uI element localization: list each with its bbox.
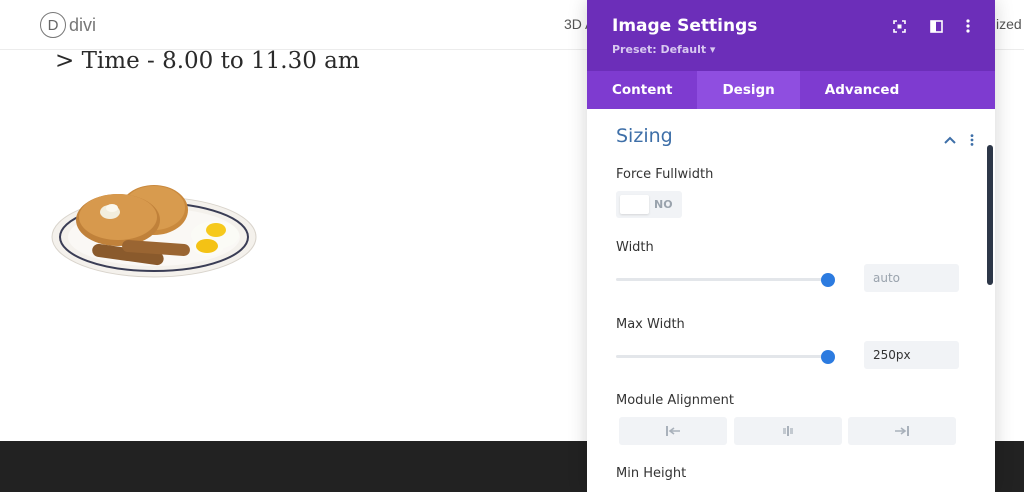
align-right-icon xyxy=(895,426,909,436)
align-left-icon xyxy=(666,426,680,436)
module-alignment-label: Module Alignment xyxy=(616,393,735,408)
nav-link-partial-right[interactable]: ized xyxy=(996,16,1024,32)
image-settings-modal: Image Settings Preset: Default ▾ Content… xyxy=(587,0,995,492)
settings-tabs: Content Design Advanced xyxy=(587,71,995,109)
chevron-up-icon[interactable] xyxy=(944,129,956,148)
tab-advanced[interactable]: Advanced xyxy=(800,71,924,109)
toggle-knob xyxy=(620,195,649,214)
split-view-icon[interactable] xyxy=(928,18,944,34)
align-center-button[interactable] xyxy=(734,417,842,445)
max-width-input[interactable]: 250px xyxy=(864,341,959,369)
max-width-slider-thumb[interactable] xyxy=(821,350,835,364)
divi-logo[interactable]: D divi xyxy=(40,12,96,38)
width-label: Width xyxy=(616,240,654,255)
modal-scrollbar[interactable] xyxy=(987,145,993,285)
force-fullwidth-toggle[interactable]: NO xyxy=(616,191,682,218)
width-slider-thumb[interactable] xyxy=(821,273,835,287)
width-input[interactable]: auto xyxy=(864,264,959,292)
toggle-state-text: NO xyxy=(654,198,673,211)
preset-dropdown[interactable]: Preset: Default ▾ xyxy=(612,43,715,56)
modal-body: Sizing Force Fullwidth NO Width auto Max… xyxy=(587,109,995,492)
tab-content[interactable]: Content xyxy=(587,71,697,109)
logo-mark: D xyxy=(40,12,66,38)
min-height-label: Min Height xyxy=(616,466,687,481)
modal-title: Image Settings xyxy=(612,16,758,36)
section-title-sizing[interactable]: Sizing xyxy=(616,125,673,147)
align-right-button[interactable] xyxy=(848,417,956,445)
more-vertical-icon[interactable] xyxy=(960,18,976,34)
breakfast-plate-image[interactable] xyxy=(50,180,258,280)
logo-text: divi xyxy=(69,14,97,35)
fullscreen-icon[interactable] xyxy=(891,18,907,34)
max-width-label: Max Width xyxy=(616,317,685,332)
breakfast-time-text: > Time - 8.00 to 11.30 am xyxy=(55,48,360,74)
tab-design[interactable]: Design xyxy=(697,71,800,109)
align-left-button[interactable] xyxy=(619,417,727,445)
modal-header[interactable]: Image Settings Preset: Default ▾ xyxy=(587,0,995,71)
max-width-slider[interactable] xyxy=(616,355,829,358)
align-center-icon xyxy=(783,426,793,436)
pancake-plate-illustration xyxy=(51,185,257,278)
width-slider[interactable] xyxy=(616,278,829,281)
force-fullwidth-label: Force Fullwidth xyxy=(616,167,714,182)
more-vertical-icon[interactable] xyxy=(970,131,974,150)
